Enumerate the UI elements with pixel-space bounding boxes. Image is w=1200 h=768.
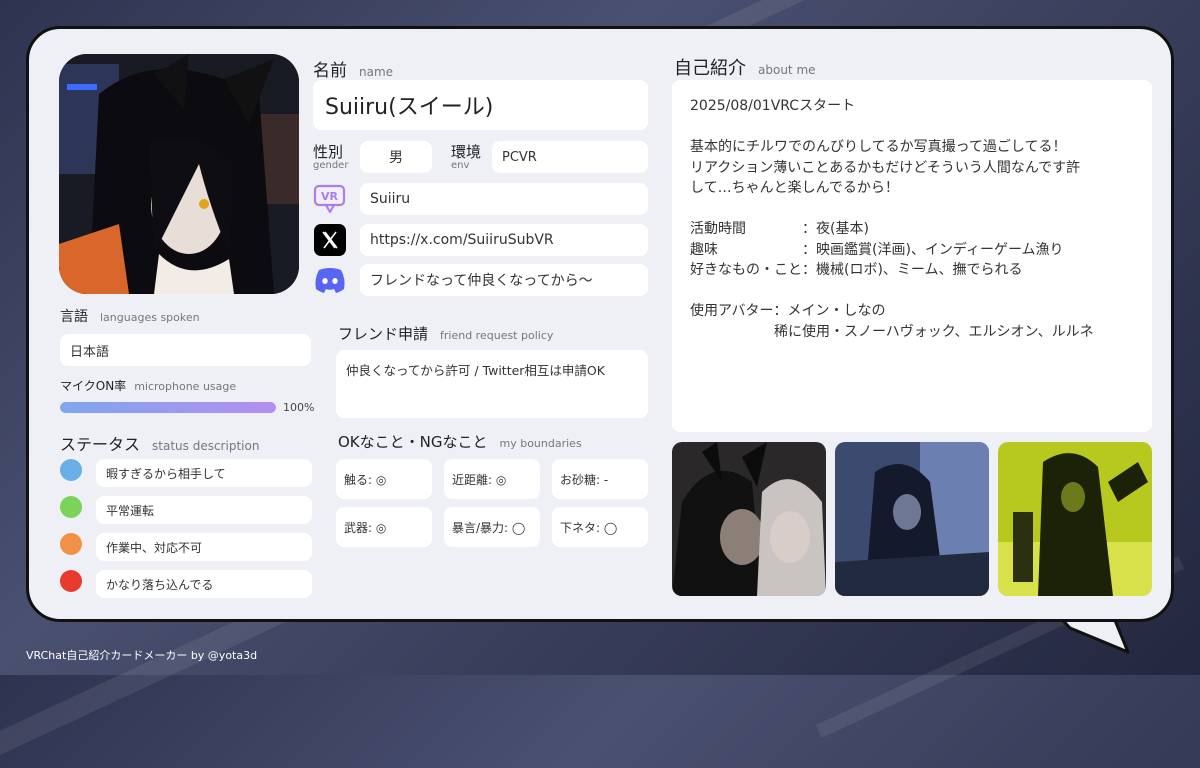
status-dot-red: [60, 570, 82, 592]
env-field[interactable]: PCVR: [492, 141, 648, 173]
gender-label: 性別: [313, 143, 344, 161]
mic-label-en: microphone usage: [134, 380, 237, 393]
languages-label: 言語: [60, 309, 88, 325]
gender-value: 男: [389, 150, 403, 166]
boundaries-heading: OKなこと・NGなこと my boundaries: [338, 431, 582, 452]
friend-policy-field[interactable]: 仲良くなってから許可 / Twitter相互は申請OK: [336, 350, 648, 418]
languages-label-en: languages spoken: [100, 311, 200, 324]
status-text: 作業中、対応不可: [106, 540, 203, 555]
discord-field[interactable]: フレンドなって仲良くなってから〜: [360, 264, 648, 296]
about-heading: 自己紹介 about me: [674, 54, 816, 80]
name-value: Suiiru(スイール): [325, 95, 494, 120]
boundary-item[interactable]: 武器: ◎: [336, 507, 432, 547]
status-text: かなり落ち込んでる: [106, 577, 214, 592]
name-field[interactable]: Suiiru(スイール): [313, 80, 648, 130]
name-heading: 名前 name: [313, 56, 393, 81]
languages-heading: 言語 languages spoken: [60, 306, 200, 326]
svg-text:VR: VR: [321, 190, 339, 203]
status-item[interactable]: 作業中、対応不可: [96, 533, 312, 561]
status-item[interactable]: 暇すぎるから相手して: [96, 459, 312, 487]
vrchat-icon: VR: [312, 183, 348, 215]
boundary-item[interactable]: 下ネタ: ◯: [552, 507, 648, 547]
discord-icon: [312, 264, 348, 296]
boundary-item[interactable]: 近距離: ◎: [444, 459, 540, 499]
friend-label-en: friend request policy: [440, 329, 554, 342]
status-item[interactable]: 平常運転: [96, 496, 312, 524]
env-label-group: 環境 env: [451, 141, 481, 171]
mic-heading: マイクON率 microphone usage: [60, 377, 236, 394]
name-label-en: name: [359, 65, 394, 79]
status-item[interactable]: かなり落ち込んでる: [96, 570, 312, 598]
gender-field[interactable]: 男: [360, 141, 432, 173]
languages-value: 日本語: [70, 344, 110, 360]
x-value: https://x.com/SuiiruSubVR: [370, 232, 554, 248]
boundaries-label-en: my boundaries: [499, 437, 582, 450]
boundaries-label: OKなこと・NGなこと: [338, 433, 488, 451]
status-heading: ステータス status description: [60, 431, 259, 455]
x-logo-icon: [312, 224, 348, 256]
boundary-item[interactable]: お砂糖: -: [552, 459, 648, 499]
status-label-en: status description: [152, 439, 260, 453]
env-label: 環境: [451, 143, 482, 161]
status-dot-green: [60, 496, 82, 518]
mic-label: マイクON率: [60, 379, 127, 393]
boundary-item[interactable]: 触る: ◎: [336, 459, 432, 499]
mic-usage-fill: [60, 402, 276, 413]
friend-label: フレンド申請: [338, 325, 429, 343]
photo-thumbnail[interactable]: [998, 442, 1152, 596]
photo-thumbnail[interactable]: [672, 442, 826, 596]
status-text: 暇すぎるから相手して: [106, 466, 226, 481]
gender-label-group: 性別 gender: [313, 141, 348, 171]
about-label-en: about me: [758, 63, 816, 77]
mic-usage-bar: [60, 402, 276, 413]
gender-label-en: gender: [313, 160, 349, 171]
status-dot-orange: [60, 533, 82, 555]
boundary-item[interactable]: 暴言/暴力: ◯: [444, 507, 540, 547]
status-text: 平常運転: [106, 503, 155, 518]
x-field[interactable]: https://x.com/SuiiruSubVR: [360, 224, 648, 256]
env-value: PCVR: [502, 149, 537, 165]
discord-value: フレンドなって仲良くなってから〜: [370, 273, 593, 289]
languages-field[interactable]: 日本語: [60, 334, 311, 366]
name-label: 名前: [313, 61, 347, 81]
about-text: 2025/08/01VRCスタート 基本的にチルワでのんびりしてるか写真撮って過…: [672, 80, 1152, 432]
friend-policy-value: 仲良くなってから許可 / Twitter相互は申請OK: [346, 363, 605, 378]
friend-heading: フレンド申請 friend request policy: [338, 323, 553, 344]
photo-thumbnail[interactable]: [835, 442, 989, 596]
status-label: ステータス: [60, 435, 141, 454]
mic-percent: 100%: [283, 401, 315, 414]
vrchat-value: Suiiru: [370, 191, 411, 207]
avatar-image: [59, 54, 299, 294]
status-dot-blue: [60, 459, 82, 481]
footer-credit: VRChat自己紹介カードメーカー by @yota3d: [26, 649, 258, 662]
vrchat-field[interactable]: Suiiru: [360, 183, 648, 215]
about-label: 自己紹介: [674, 58, 746, 79]
